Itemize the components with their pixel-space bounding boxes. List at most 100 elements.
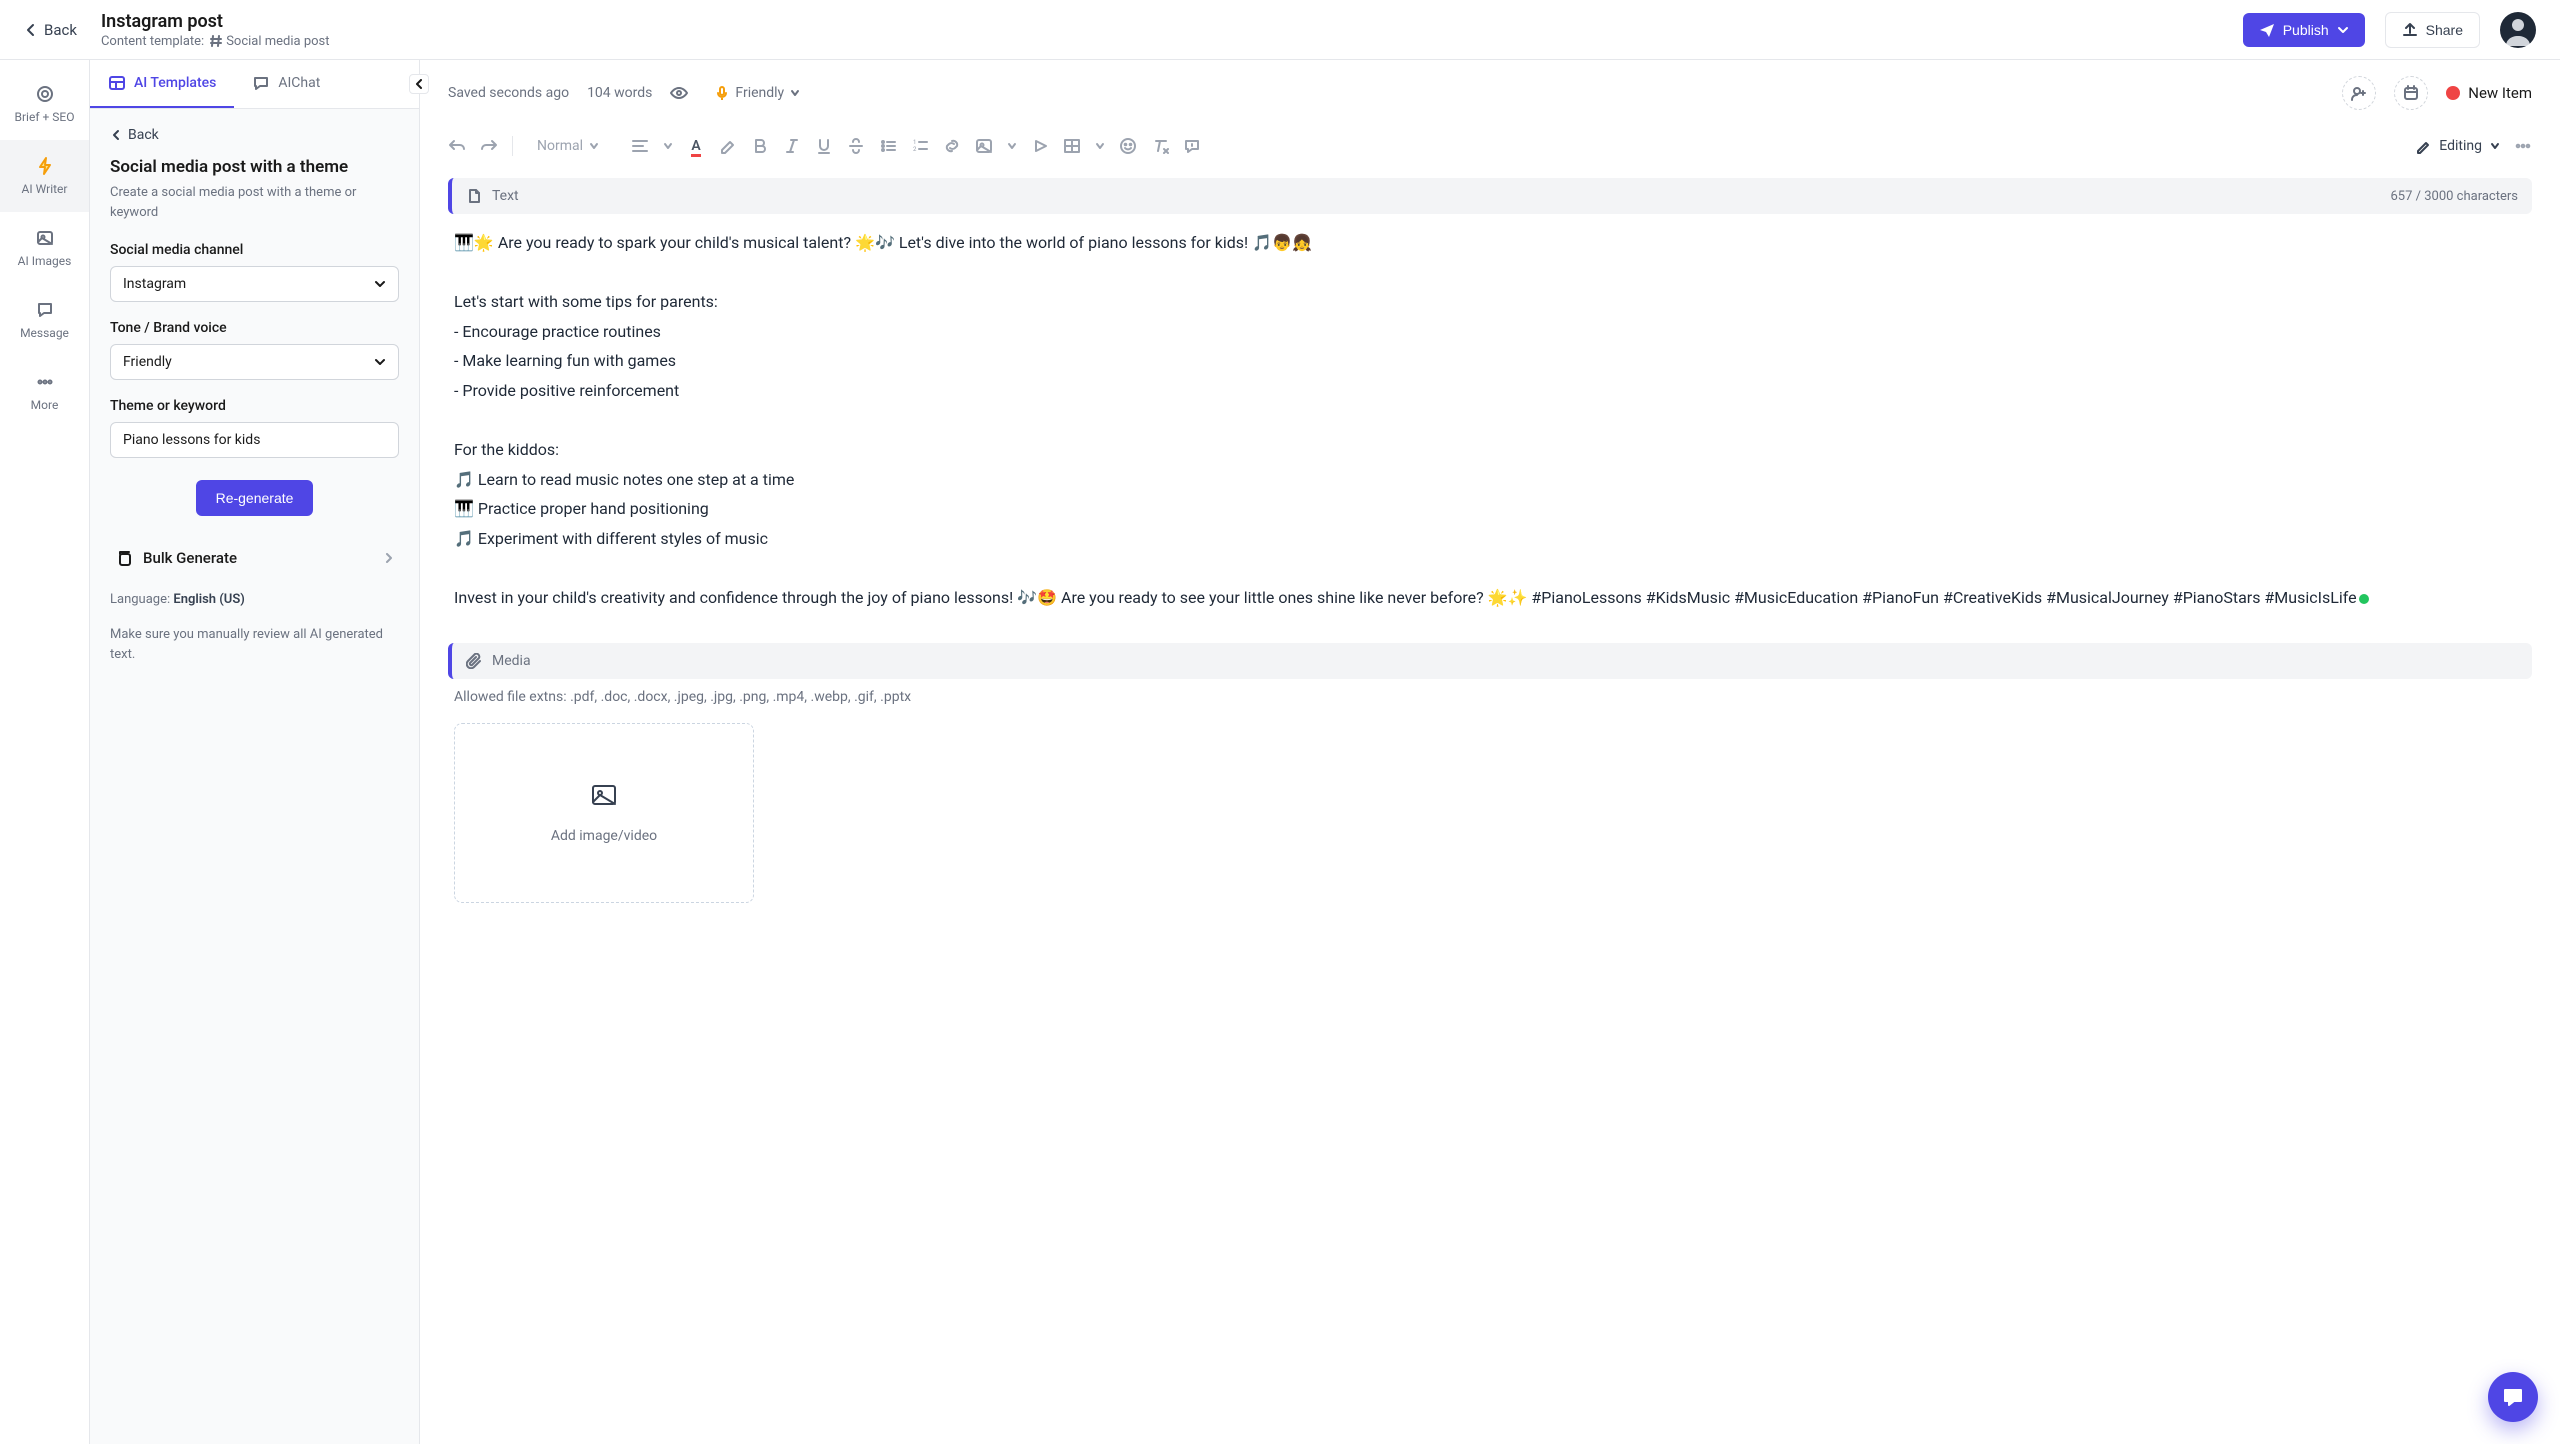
collapse-sidebar-button[interactable] xyxy=(409,74,429,94)
chevron-left-icon xyxy=(110,129,122,141)
strike-button[interactable] xyxy=(847,137,865,155)
hash-icon xyxy=(210,35,222,47)
chat-icon xyxy=(2501,1385,2525,1409)
chevron-down-icon xyxy=(2490,141,2500,151)
publish-button[interactable]: Publish xyxy=(2243,13,2365,47)
chevron-down-icon xyxy=(374,356,386,368)
bolt-icon xyxy=(35,156,55,176)
back-label: Back xyxy=(44,21,77,39)
table-button[interactable] xyxy=(1063,137,1081,155)
disclaimer-text: Make sure you manually review all AI gen… xyxy=(110,625,399,664)
link-button[interactable] xyxy=(943,137,961,155)
rail-item-ai-images[interactable]: AI Images xyxy=(0,212,89,284)
theme-input[interactable]: Piano lessons for kids xyxy=(110,422,399,458)
italic-button[interactable] xyxy=(783,137,801,155)
add-date-button[interactable] xyxy=(2394,76,2428,110)
chevron-down-icon xyxy=(790,88,800,98)
copy-icon xyxy=(115,549,133,567)
rail-item-brief-seo[interactable]: Brief + SEO xyxy=(0,68,89,140)
page-title: Instagram post xyxy=(101,11,2243,32)
underline-button[interactable] xyxy=(815,137,833,155)
template-link[interactable]: Social media post xyxy=(210,34,329,49)
attachment-icon xyxy=(466,653,482,669)
redo-button[interactable] xyxy=(480,137,498,155)
upload-icon xyxy=(2402,22,2418,38)
tab-aichat[interactable]: AIChat xyxy=(234,60,338,108)
chat-icon xyxy=(35,300,55,320)
tone-label: Tone / Brand voice xyxy=(110,320,399,336)
help-fab[interactable] xyxy=(2488,1372,2538,1422)
more-options-button[interactable] xyxy=(2514,137,2532,155)
word-count: 104 words xyxy=(587,85,652,101)
saved-status: Saved seconds ago xyxy=(448,85,569,101)
align-button[interactable] xyxy=(631,137,649,155)
editing-mode-select[interactable]: Editing xyxy=(2415,138,2500,154)
text-style-select[interactable]: Normal xyxy=(527,132,617,160)
image-icon xyxy=(590,782,618,810)
chevron-down-icon xyxy=(589,141,599,151)
chevron-down-icon xyxy=(2337,24,2349,36)
user-plus-icon xyxy=(2351,85,2367,101)
svg-text:1: 1 xyxy=(913,139,916,146)
share-button[interactable]: Share xyxy=(2385,12,2480,48)
voice-select[interactable]: Friendly xyxy=(706,80,809,106)
more-icon xyxy=(35,372,55,392)
chevron-down-icon[interactable] xyxy=(663,141,673,151)
status-dot xyxy=(2446,86,2460,100)
add-assignee-button[interactable] xyxy=(2342,76,2376,110)
allowed-extensions: Allowed file extns: .pdf, .doc, .docx, .… xyxy=(420,679,2560,715)
tab-ai-templates[interactable]: AI Templates xyxy=(90,60,234,108)
status-select[interactable]: New Item xyxy=(2446,84,2532,102)
panel-description: Create a social media post with a theme … xyxy=(110,183,399,222)
panel-heading: Social media post with a theme xyxy=(110,157,399,177)
bold-button[interactable] xyxy=(751,137,769,155)
rail-nav: Brief + SEO AI Writer AI Images Message … xyxy=(0,60,90,1444)
back-button[interactable]: Back xyxy=(24,21,77,39)
chevron-down-icon[interactable] xyxy=(1007,141,1017,151)
target-icon xyxy=(35,84,55,104)
text-block-header[interactable]: Text 657 / 3000 characters xyxy=(448,178,2532,214)
rail-item-more[interactable]: More xyxy=(0,356,89,428)
chevron-right-icon xyxy=(384,553,394,563)
document-icon xyxy=(466,188,482,204)
calendar-icon xyxy=(2403,85,2419,101)
regenerate-button[interactable]: Re-generate xyxy=(196,480,314,516)
channel-label: Social media channel xyxy=(110,242,399,258)
send-icon xyxy=(2259,22,2275,38)
char-count: 657 / 3000 characters xyxy=(2390,189,2518,204)
rail-item-ai-writer[interactable]: AI Writer xyxy=(0,140,89,212)
video-button[interactable] xyxy=(1031,137,1049,155)
text-color-button[interactable]: A xyxy=(687,137,705,155)
chevron-left-icon xyxy=(24,23,38,37)
chevron-down-icon[interactable] xyxy=(1095,141,1105,151)
numbered-list-button[interactable]: 12 xyxy=(911,137,929,155)
panel-back-button[interactable]: Back xyxy=(110,127,399,143)
theme-label: Theme or keyword xyxy=(110,398,399,414)
media-block-header[interactable]: Media xyxy=(448,643,2532,679)
insert-image-button[interactable] xyxy=(975,137,993,155)
subtitle-label: Content template: xyxy=(101,34,204,49)
editor-content[interactable]: 🎹🌟 Are you ready to spark your child's m… xyxy=(420,214,2560,637)
title-block: Instagram post Content template: Social … xyxy=(101,11,2243,49)
eye-icon[interactable] xyxy=(670,84,688,102)
clear-format-button[interactable] xyxy=(1151,137,1169,155)
bulk-generate-button[interactable]: Bulk Generate xyxy=(110,538,399,578)
cursor-indicator xyxy=(2359,594,2369,604)
image-icon xyxy=(35,228,55,248)
mic-icon xyxy=(715,86,729,100)
media-dropzone[interactable]: Add image/video xyxy=(454,723,754,903)
comment-button[interactable] xyxy=(1183,137,1201,155)
chevron-left-icon xyxy=(414,79,424,89)
chat-bubble-icon xyxy=(252,74,270,92)
undo-button[interactable] xyxy=(448,137,466,155)
rail-item-message[interactable]: Message xyxy=(0,284,89,356)
svg-text:2: 2 xyxy=(913,146,917,153)
language-row[interactable]: Language: English (US) xyxy=(110,592,399,607)
bullet-list-button[interactable] xyxy=(879,137,897,155)
tone-select[interactable]: Friendly xyxy=(110,344,399,380)
highlight-button[interactable] xyxy=(719,137,737,155)
avatar[interactable] xyxy=(2500,12,2536,48)
layout-icon xyxy=(108,74,126,92)
channel-select[interactable]: Instagram xyxy=(110,266,399,302)
emoji-button[interactable] xyxy=(1119,137,1137,155)
